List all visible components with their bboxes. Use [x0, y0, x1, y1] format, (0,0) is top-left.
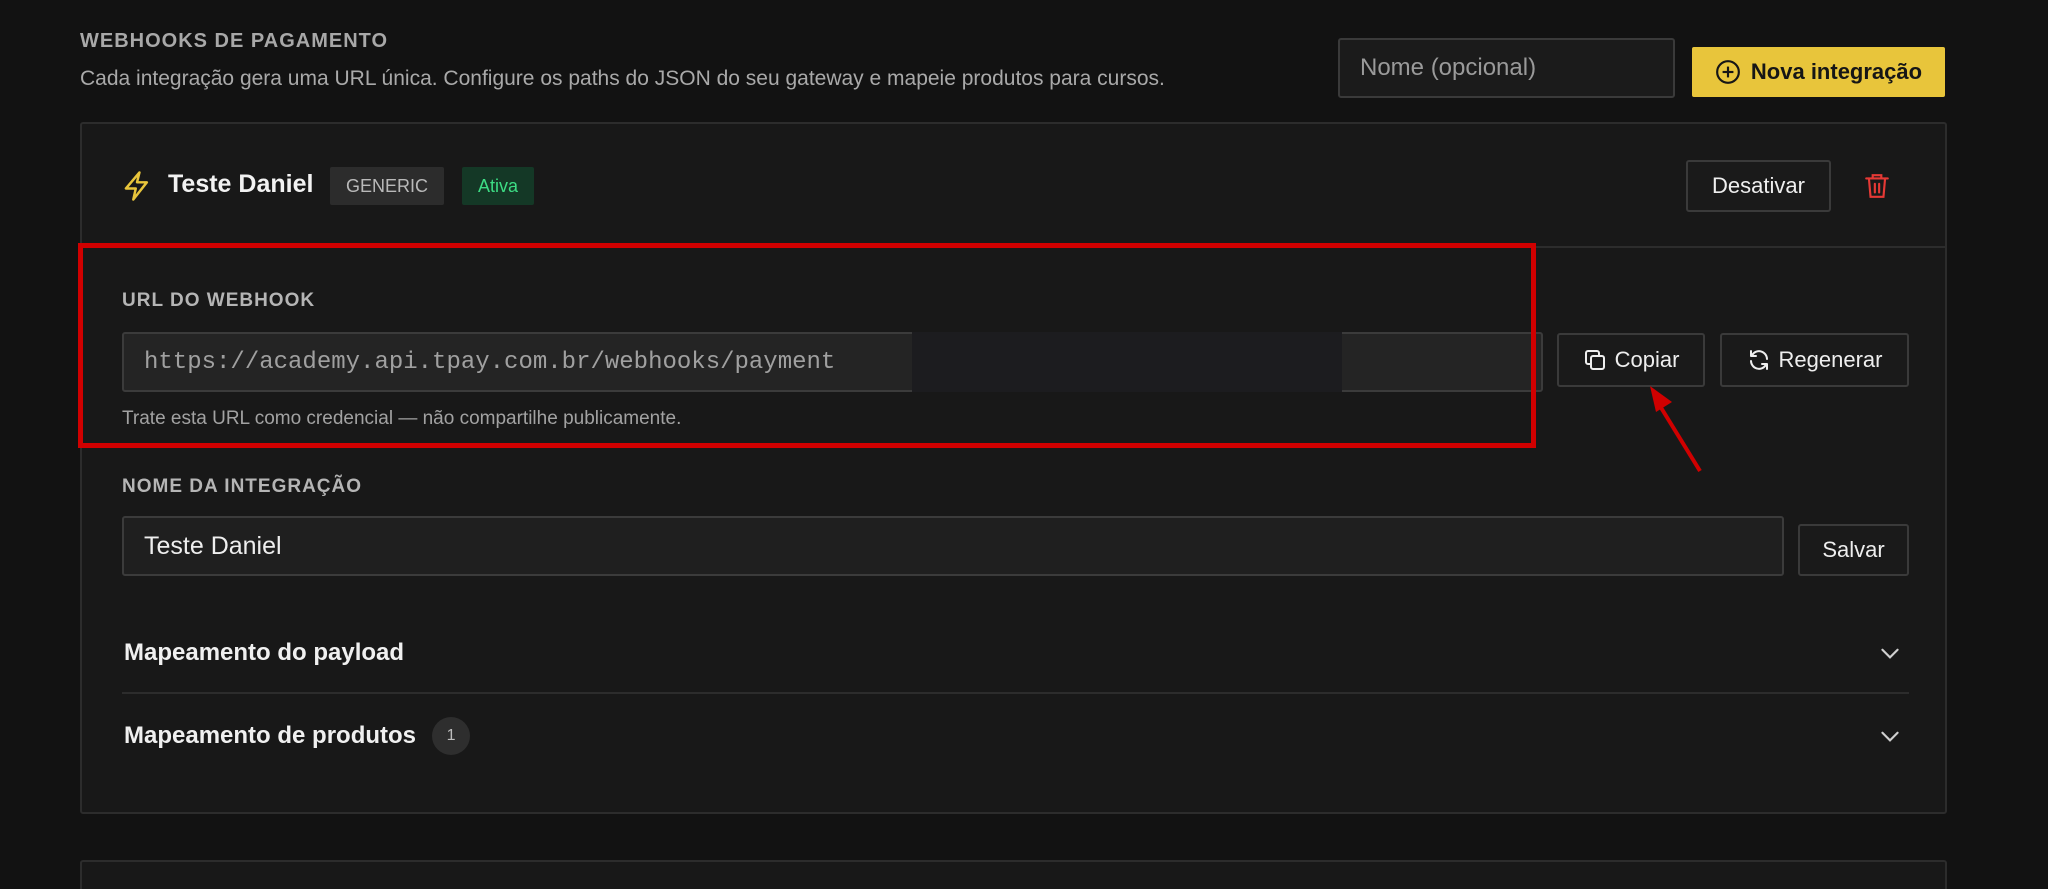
new-integration-button[interactable]: Nova integração — [1692, 47, 1945, 97]
regenerate-button[interactable]: Regenerar — [1720, 333, 1909, 387]
refresh-icon — [1747, 348, 1771, 372]
webhooks-page: WEBHOOKS DE PAGAMENTO Cada integração ge… — [0, 0, 2048, 889]
accordion-payload-left: Mapeamento do payload — [122, 639, 404, 667]
copy-label: Copiar — [1614, 347, 1680, 372]
webhook-url-value: https://academy.api.tpay.com.br/webhooks… — [144, 348, 836, 376]
bolt-icon — [122, 170, 152, 202]
deactivate-button[interactable]: Desativar — [1686, 160, 1831, 212]
section-header: WEBHOOKS DE PAGAMENTO Cada integração ge… — [80, 30, 1340, 91]
accordion-product-mapping[interactable]: Mapeamento de produtos 1 — [122, 696, 1909, 776]
integration-name-input[interactable] — [1338, 38, 1675, 98]
section-title: WEBHOOKS DE PAGAMENTO — [80, 30, 389, 52]
annotation-arrow — [1650, 386, 1702, 473]
integration-title: Teste Daniel — [168, 170, 314, 198]
regenerate-label: Regenerar — [1778, 347, 1883, 372]
chevron-down-icon — [1877, 640, 1903, 666]
products-count-badge: 1 — [432, 717, 471, 755]
save-button[interactable]: Salvar — [1798, 524, 1909, 576]
type-badge: GENERIC — [330, 167, 445, 205]
next-integration-card — [80, 860, 1947, 889]
accordion-payload-mapping[interactable]: Mapeamento do payload — [122, 614, 1909, 694]
accordion-payload-title: Mapeamento do payload — [124, 639, 405, 666]
trash-icon[interactable] — [1864, 172, 1890, 200]
integration-name-field[interactable] — [122, 516, 1784, 576]
url-redaction — [912, 332, 1342, 392]
accordion-products-left: Mapeamento de produtos 1 — [122, 717, 471, 755]
accordion-products-title: Mapeamento de produtos — [124, 722, 417, 749]
new-integration-label: Nova integração — [1750, 59, 1923, 84]
url-label: URL DO WEBHOOK — [122, 290, 316, 311]
integration-card-header: Teste Daniel GENERIC Ativa Desativar — [82, 124, 1945, 248]
chevron-down-icon — [1877, 723, 1903, 749]
status-badge: Ativa — [462, 167, 535, 205]
copy-icon — [1583, 348, 1607, 372]
integration-name-label: NOME DA INTEGRAÇÃO — [122, 476, 363, 497]
section-description: Cada integração gera uma URL única. Conf… — [80, 67, 1165, 90]
plus-circle-icon — [1715, 59, 1741, 85]
url-helper-text: Trate esta URL como credencial — não com… — [122, 408, 682, 429]
